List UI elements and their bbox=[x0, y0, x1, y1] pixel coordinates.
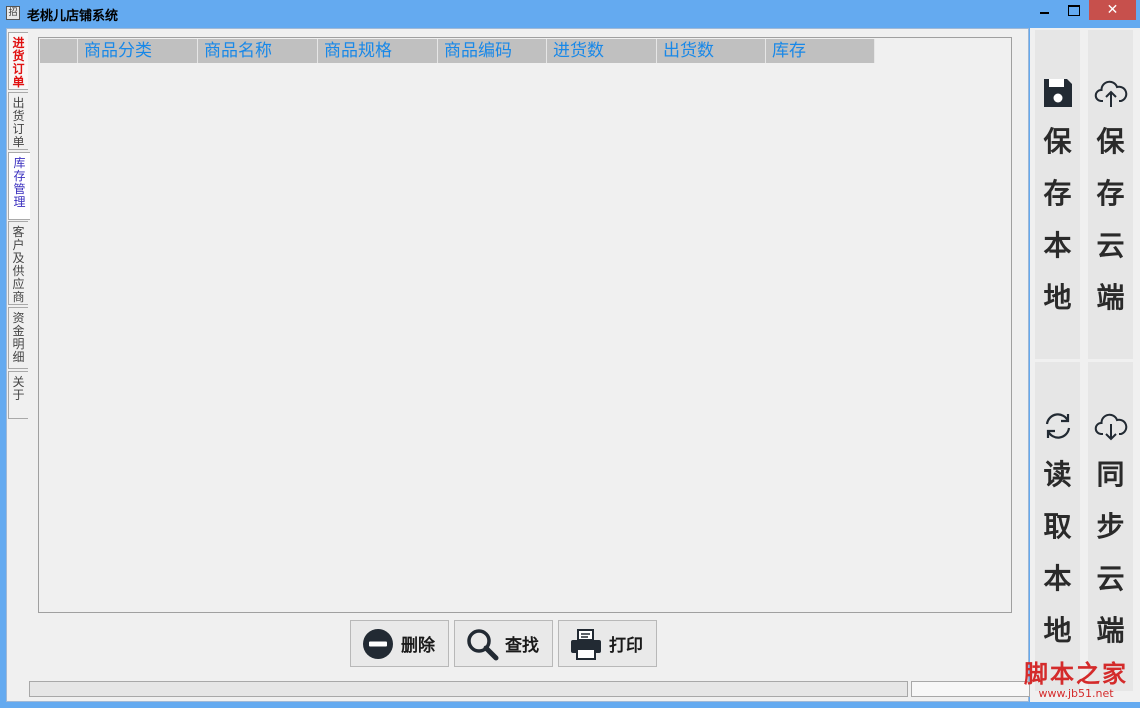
watermark: 脚本之家 www.jb51.net bbox=[1014, 660, 1138, 700]
search-icon bbox=[467, 628, 499, 660]
close-icon: ✕ bbox=[1106, 2, 1119, 18]
load-local-button[interactable]: 读取本地 bbox=[1035, 362, 1080, 691]
tab-label: 库存管理 bbox=[13, 156, 26, 209]
print-button[interactable]: 打印 bbox=[558, 620, 657, 667]
delete-label: 删除 bbox=[401, 636, 435, 656]
tab-label: 进货订单 bbox=[12, 36, 25, 89]
progress-bar bbox=[29, 681, 908, 697]
tab-about[interactable]: 关于 bbox=[8, 371, 28, 419]
print-label: 打印 bbox=[609, 636, 643, 656]
tab-customers-suppliers[interactable]: 客户及供应商 bbox=[8, 221, 28, 305]
window-title: 老桃儿店铺系统 bbox=[27, 9, 119, 24]
minimize-button[interactable] bbox=[1031, 0, 1058, 20]
save-local-label: 保存本地 bbox=[1043, 125, 1072, 314]
tab-sales-orders[interactable]: 出货订单 bbox=[8, 92, 28, 150]
main-panel: 进货订单 出货订单 库存管理 客户及供应商 资金明细 关于 商品分类 商品名称 … bbox=[6, 28, 1030, 702]
floppy-disk-icon bbox=[1043, 79, 1072, 107]
inventory-grid[interactable]: 商品分类 商品名称 商品规格 商品编码 进货数 出货数 库存 bbox=[38, 37, 1012, 613]
minimize-icon bbox=[1040, 12, 1049, 14]
app-window: 招 老桃儿店铺系统 ✕ 进货订单 出货订单 库存管理 客户及供应商 资金明细 关… bbox=[0, 0, 1140, 708]
tab-label: 客户及供应商 bbox=[12, 225, 25, 304]
column-header-category[interactable]: 商品分类 bbox=[78, 39, 198, 63]
printer-icon bbox=[571, 628, 601, 660]
load-local-label: 读取本地 bbox=[1043, 458, 1072, 647]
minus-circle-icon bbox=[363, 628, 393, 659]
tab-funds[interactable]: 资金明细 bbox=[8, 307, 28, 369]
watermark-url: www.jb51.net bbox=[1038, 687, 1114, 700]
column-header-code[interactable]: 商品编码 bbox=[438, 39, 547, 63]
sync-cloud-label: 同步云端 bbox=[1096, 458, 1125, 647]
tab-label: 资金明细 bbox=[12, 311, 25, 364]
close-button[interactable]: ✕ bbox=[1089, 0, 1136, 20]
app-icon: 招 bbox=[6, 6, 20, 20]
grid-header: 商品分类 商品名称 商品规格 商品编码 进货数 出货数 库存 bbox=[40, 39, 875, 63]
save-local-button[interactable]: 保存本地 bbox=[1035, 30, 1080, 359]
maximize-button[interactable] bbox=[1060, 0, 1087, 20]
tab-inventory[interactable]: 库存管理 bbox=[8, 152, 30, 220]
column-header-name[interactable]: 商品名称 bbox=[198, 39, 318, 63]
delete-button[interactable]: 删除 bbox=[350, 620, 449, 667]
column-header-spec[interactable]: 商品规格 bbox=[318, 39, 438, 63]
column-header-stock[interactable]: 库存 bbox=[766, 39, 875, 63]
cloud-download-icon bbox=[1094, 413, 1127, 441]
tab-purchase-orders[interactable]: 进货订单 bbox=[8, 32, 28, 90]
row-header-corner[interactable] bbox=[40, 39, 78, 63]
find-button[interactable]: 查找 bbox=[454, 620, 553, 667]
cloud-upload-icon bbox=[1094, 80, 1127, 107]
find-label: 查找 bbox=[505, 636, 539, 656]
tab-label: 关于 bbox=[12, 375, 25, 402]
column-header-in-qty[interactable]: 进货数 bbox=[547, 39, 657, 63]
column-header-out-qty[interactable]: 出货数 bbox=[657, 39, 766, 63]
right-toolbar: 保存本地 保存云端 读取本地 同步云端 bbox=[1030, 28, 1140, 702]
save-cloud-label: 保存云端 bbox=[1096, 125, 1125, 314]
maximize-icon bbox=[1068, 5, 1080, 16]
status-field bbox=[911, 681, 1030, 697]
title-bar[interactable]: 招 老桃儿店铺系统 ✕ bbox=[0, 0, 1140, 28]
refresh-icon bbox=[1045, 413, 1070, 439]
sync-cloud-button[interactable]: 同步云端 bbox=[1088, 362, 1133, 691]
tab-label: 出货订单 bbox=[12, 96, 25, 149]
save-cloud-button[interactable]: 保存云端 bbox=[1088, 30, 1133, 359]
watermark-text: 脚本之家 bbox=[1024, 660, 1128, 688]
